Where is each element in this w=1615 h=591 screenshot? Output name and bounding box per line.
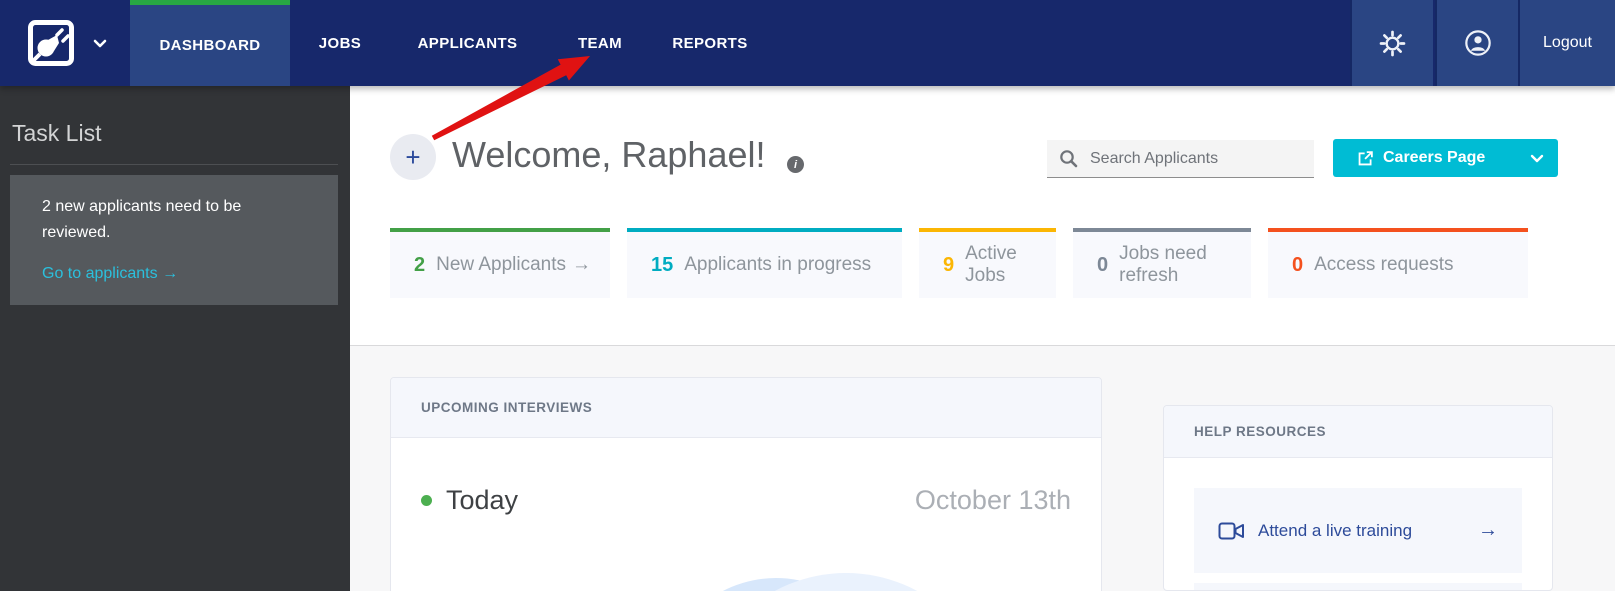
stat-card-jobs-need-refresh[interactable]: 0 Jobs need refresh	[1073, 228, 1251, 298]
stat-label: New Applicants	[436, 254, 567, 275]
plug-logo-icon	[27, 19, 75, 67]
go-to-applicants-link[interactable]: Go to applicants →	[42, 261, 178, 287]
help-resources-header: HELP RESOURCES	[1164, 406, 1552, 458]
stats-row: 2 New Applicants → 15 Applicants in prog…	[390, 228, 1528, 298]
careers-page-label: Careers Page	[1383, 149, 1486, 166]
attend-live-training-link[interactable]: Attend a live training →	[1194, 488, 1522, 573]
green-dot-icon	[421, 494, 432, 506]
stat-value: 0	[1097, 253, 1109, 276]
dashboard-page: DASHBOARD JOBS APPLICANTS TEAM REPORTS L…	[0, 0, 1615, 591]
upcoming-interviews-header: UPCOMING INTERVIEWS	[391, 378, 1101, 438]
page-title: Welcome, Raphael!	[452, 134, 766, 175]
stat-value: 15	[651, 253, 674, 276]
help-item-partial	[1194, 583, 1522, 590]
search-input[interactable]	[1090, 149, 1302, 168]
logout-button[interactable]: Logout	[1518, 0, 1615, 86]
arrow-right-icon: →	[1478, 519, 1498, 541]
video-camera-icon	[1218, 521, 1245, 541]
welcome-section: + Welcome, Raphael! i Careers Page	[350, 86, 1615, 345]
tab-dashboard[interactable]: DASHBOARD	[130, 0, 290, 86]
sidebar-divider	[10, 164, 338, 165]
external-link-icon	[1357, 150, 1374, 167]
date-label: October 13th	[914, 484, 1071, 515]
stat-card-new-applicants[interactable]: 2 New Applicants →	[390, 228, 610, 298]
tab-jobs[interactable]: JOBS	[300, 0, 380, 86]
brand-logo[interactable]	[27, 0, 107, 86]
gear-icon	[1379, 30, 1406, 57]
interview-day-row: Today October 13th	[391, 480, 1101, 520]
day-label: Today	[446, 484, 519, 515]
stat-value: 2	[414, 253, 426, 276]
stat-value: 0	[1292, 253, 1304, 276]
stat-card-access-requests[interactable]: 0 Access requests	[1268, 228, 1528, 298]
task-text: 2 new applicants need to be reviewed.	[42, 198, 242, 241]
tab-applicants[interactable]: APPLICANTS	[405, 0, 530, 86]
info-icon[interactable]: i	[787, 156, 804, 173]
upcoming-interviews-panel: UPCOMING INTERVIEWS Today October 13th	[390, 377, 1102, 591]
stat-label: Access requests	[1314, 254, 1454, 275]
tab-team[interactable]: TEAM	[560, 0, 640, 86]
careers-dropdown-caret[interactable]	[1530, 154, 1544, 163]
stat-label: Active Jobs	[965, 243, 1017, 286]
brand-chevron-down-icon	[93, 39, 107, 48]
tab-reports[interactable]: REPORTS	[665, 0, 755, 86]
stat-card-active-jobs[interactable]: 9 Active Jobs	[919, 228, 1056, 298]
search-box	[1047, 140, 1314, 178]
help-item-label: Attend a live training	[1258, 520, 1413, 540]
help-resources-panel: HELP RESOURCES Attend a live training →	[1163, 405, 1553, 591]
arrow-right-icon: →	[572, 254, 592, 275]
top-nav: DASHBOARD JOBS APPLICANTS TEAM REPORTS L…	[0, 0, 1615, 86]
user-circle-icon	[1464, 29, 1492, 57]
stat-label: Jobs need refresh	[1119, 243, 1207, 286]
task-list-title: Task List	[12, 120, 102, 146]
add-button[interactable]: +	[390, 134, 436, 180]
task-list-sidebar: Task List 2 new applicants need to be re…	[0, 86, 350, 591]
stat-value: 9	[943, 253, 955, 276]
stat-label: Applicants in progress	[684, 254, 872, 275]
account-button[interactable]	[1435, 0, 1518, 86]
search-icon	[1059, 149, 1078, 168]
careers-page-button[interactable]: Careers Page	[1333, 139, 1558, 177]
task-card: 2 new applicants need to be reviewed. Go…	[10, 175, 338, 305]
stat-card-applicants-in-progress[interactable]: 15 Applicants in progress	[627, 228, 902, 298]
settings-button[interactable]	[1350, 0, 1433, 86]
